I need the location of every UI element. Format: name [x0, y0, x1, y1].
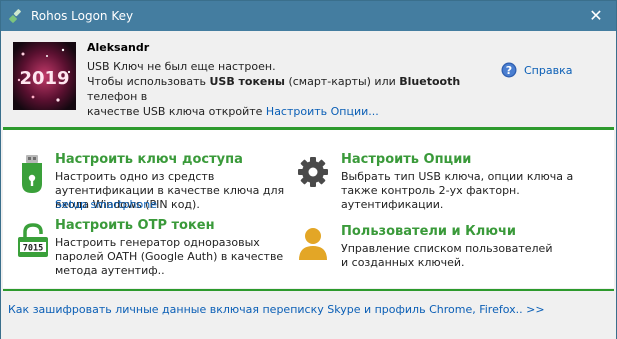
svg-text:?: ?	[506, 64, 512, 77]
avatar[interactable]: 2019	[13, 42, 76, 110]
username: Aleksandr	[87, 41, 150, 54]
otp-desc: Настроить генератор одноразовых паролей …	[55, 236, 284, 277]
avatar-image: 2019	[13, 42, 76, 110]
usb-key-icon	[22, 155, 42, 193]
tile-users[interactable]: Пользователи и Ключи Управление списком …	[297, 222, 597, 272]
tile-otp[interactable]: 7015 Настроить OTP токен Настроить генер…	[17, 216, 297, 277]
main-window: Rohos Logon Key ✕ 2019 Aleksandr USB Клю…	[0, 0, 617, 339]
avatar-text: 2019	[19, 68, 69, 89]
users-title[interactable]: Пользователи и Ключи	[341, 224, 516, 239]
encrypt-data-link[interactable]: Как зашифровать личные данные включая пе…	[8, 303, 545, 316]
otp-title[interactable]: Настроить OTP токен	[55, 218, 215, 233]
options-desc: Выбрать тип USB ключа, опции ключа а так…	[341, 170, 574, 211]
tile-access-key[interactable]: Настроить ключ доступа Настроить одно из…	[17, 150, 297, 211]
window-title: Rohos Logon Key	[31, 9, 134, 23]
otp-icon-text: 7015	[23, 244, 43, 254]
footer-panel: Как зашифровать личные данные включая пе…	[1, 291, 616, 339]
actions-panel: Настроить ключ доступа Настроить одно из…	[3, 130, 614, 288]
header-panel: 2019 Aleksandr USB Ключ не был еще настр…	[1, 31, 616, 127]
status-line-2: Чтобы использовать USB токены (смарт-кар…	[87, 75, 461, 103]
setup-smartphone-link[interactable]: Setup smartphone	[55, 198, 157, 211]
status-line-3: качестве USB ключа откройте Настроить Оп…	[87, 105, 379, 118]
otp-lock-icon: 7015	[18, 223, 48, 257]
status-text: USB Ключ не был еще настроен. Чтобы испо…	[87, 59, 507, 119]
status-line-1: USB Ключ не был еще настроен.	[87, 60, 276, 73]
close-button[interactable]: ✕	[576, 1, 616, 31]
help-label: Справка	[524, 64, 573, 77]
configure-options-link[interactable]: Настроить Опции...	[266, 105, 379, 118]
access-key-title[interactable]: Настроить ключ доступа	[55, 152, 243, 167]
gear-icon	[298, 157, 328, 187]
tile-options[interactable]: Настроить Опции Выбрать тип USB ключа, о…	[297, 150, 597, 211]
app-key-icon	[9, 9, 21, 23]
title-bar[interactable]: Rohos Logon Key ✕	[1, 1, 616, 31]
question-circle-icon: ?	[501, 62, 517, 78]
users-desc: Управление списком пользователей и созда…	[341, 242, 553, 269]
options-title[interactable]: Настроить Опции	[341, 152, 471, 167]
user-icon	[299, 228, 327, 260]
